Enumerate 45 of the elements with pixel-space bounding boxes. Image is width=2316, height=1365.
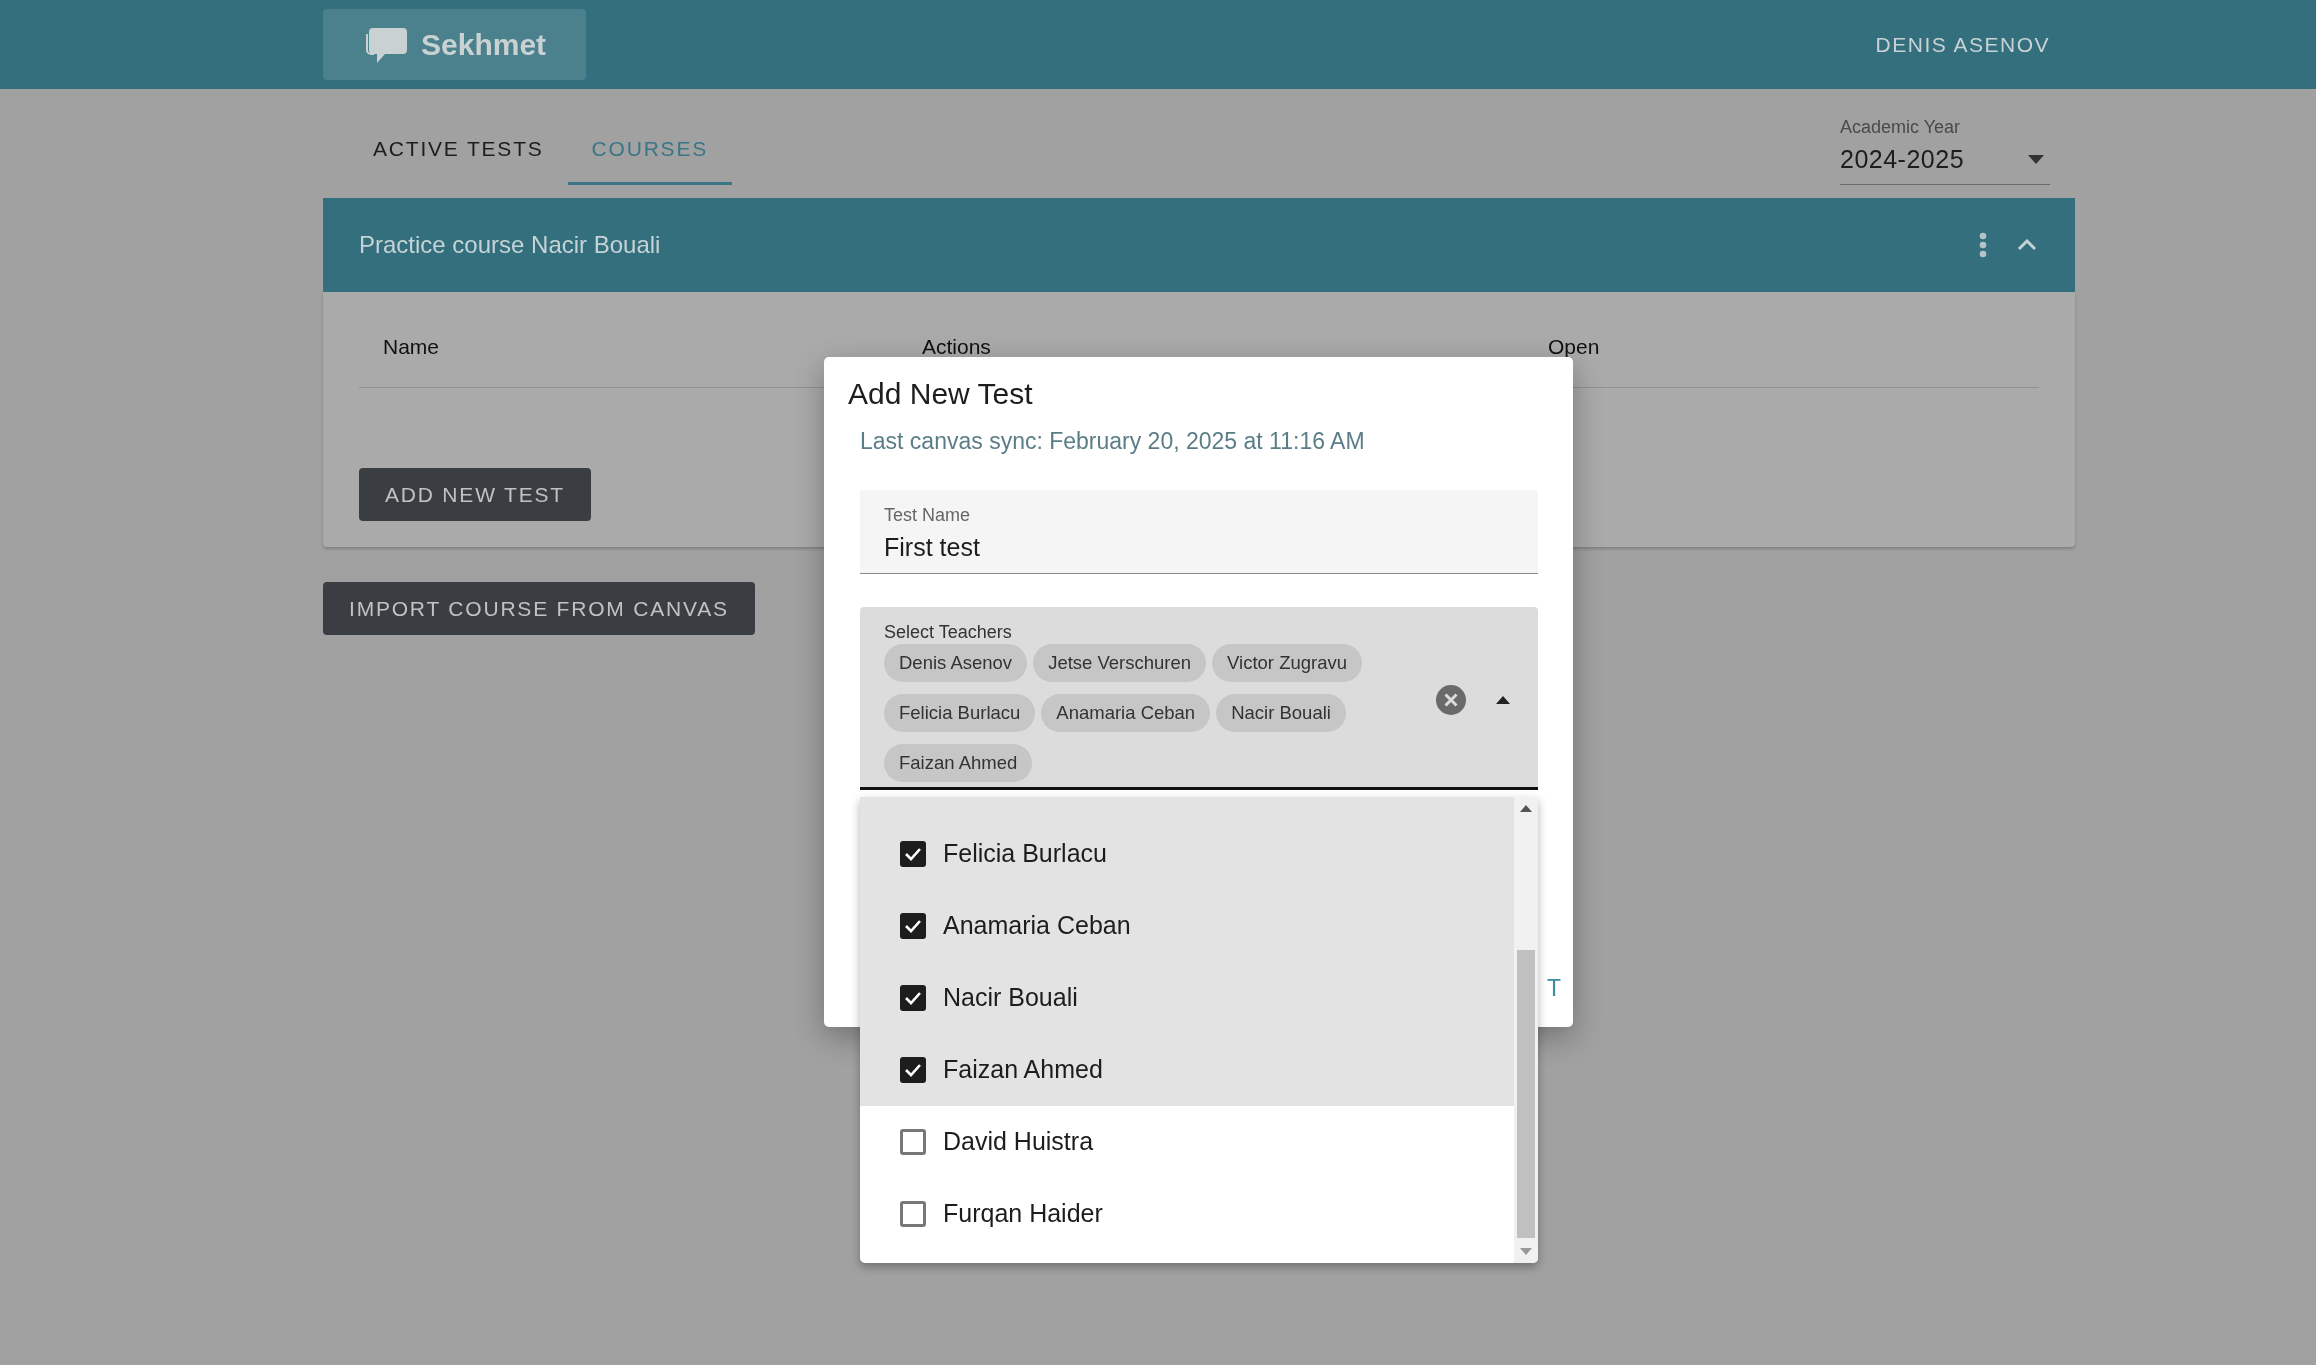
text-field[interactable]: Test Name First test bbox=[860, 489, 1538, 574]
checkbox[interactable] bbox=[900, 1057, 926, 1083]
more-options-icon[interactable] bbox=[1979, 232, 1987, 258]
checkbox[interactable] bbox=[900, 1129, 926, 1155]
scrollbar[interactable] bbox=[1514, 797, 1538, 1263]
user-name[interactable]: DENIS ASENOV bbox=[1875, 28, 2050, 61]
chip[interactable]: Anamaria Ceban bbox=[1041, 693, 1211, 732]
chip[interactable]: Felicia Burlacu bbox=[884, 693, 1036, 732]
dialog-title: Add New Test bbox=[848, 376, 1034, 412]
checkbox[interactable] bbox=[900, 985, 926, 1011]
select-field[interactable]: Select Teachers Denis Asenov Jetse Verschuren Victor Zugravu Felicia Burlacu Anamaria Ceban Nacir Bouali Faizan Ahmed bbox=[860, 606, 1538, 790]
chevron-up-icon[interactable] bbox=[2017, 239, 2037, 251]
field-label: Academic Year bbox=[1840, 115, 1962, 139]
teacher-option[interactable]: Nacir Bouali bbox=[860, 962, 1514, 1034]
clear-icon[interactable] bbox=[1436, 684, 1466, 715]
column-header: Open bbox=[1548, 333, 1600, 360]
scroll-up-icon[interactable] bbox=[1520, 805, 1532, 812]
checkbox[interactable] bbox=[900, 1201, 926, 1227]
checkbox[interactable] bbox=[900, 913, 926, 939]
scroll-down-icon[interactable] bbox=[1520, 1248, 1532, 1255]
caret-up-icon[interactable] bbox=[1496, 695, 1510, 704]
chip[interactable]: Nacir Bouali bbox=[1216, 693, 1346, 732]
teacher-option[interactable]: Anamaria Ceban bbox=[860, 890, 1514, 962]
teacher-option[interactable]: Furqan Haider bbox=[860, 1178, 1514, 1250]
sync-status-text: Last canvas sync: February 20, 2025 at 11:16 AM bbox=[860, 427, 1366, 456]
dialog-button[interactable]: T bbox=[1542, 970, 1565, 1005]
add-test-button[interactable]: ADD NEW TEST bbox=[359, 468, 591, 521]
checkbox[interactable] bbox=[900, 841, 926, 867]
year-select[interactable]: 2024-2025 bbox=[1840, 140, 2050, 185]
dropdown-caret-icon bbox=[2028, 154, 2044, 164]
course-title: Practice course Nacir Bouali bbox=[359, 230, 661, 260]
chip[interactable]: Victor Zugravu bbox=[1212, 643, 1363, 682]
chip[interactable]: Denis Asenov bbox=[884, 643, 1028, 682]
column-header: Actions bbox=[922, 333, 992, 360]
teacher-option[interactable]: David Huistra bbox=[860, 1106, 1514, 1178]
teacher-option[interactable]: Faizan Ahmed bbox=[860, 1034, 1514, 1106]
teacher-option[interactable]: Felicia Burlacu bbox=[860, 818, 1514, 890]
chip[interactable]: Faizan Ahmed bbox=[884, 743, 1033, 782]
field-label: Test Name bbox=[884, 503, 972, 527]
import-button[interactable]: IMPORT COURSE FROM CANVAS bbox=[323, 582, 755, 635]
course-header[interactable]: Practice course Nacir Bouali bbox=[323, 198, 2075, 292]
field-value: First test bbox=[884, 531, 981, 563]
column-header: Name bbox=[383, 333, 441, 360]
chip[interactable]: Jetse Verschuren bbox=[1033, 643, 1207, 682]
tab[interactable]: ACTIVE TESTS bbox=[349, 116, 568, 185]
